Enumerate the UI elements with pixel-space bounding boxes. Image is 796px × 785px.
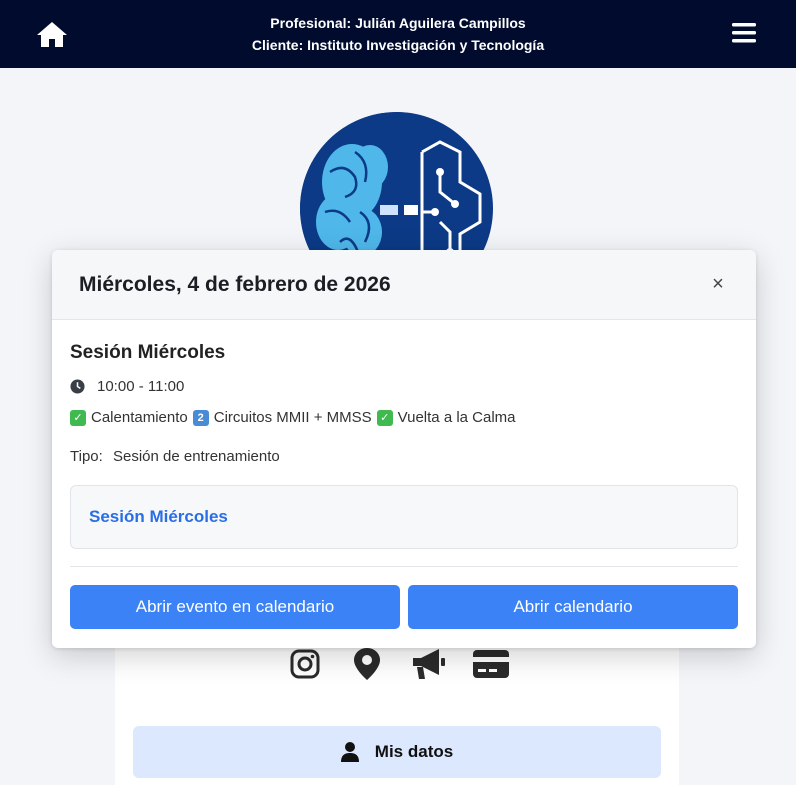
event-type-label: Tipo: [70,448,103,465]
description-item: Calentamiento [91,409,188,426]
announcements-link[interactable] [410,645,448,683]
modal-title: Miércoles, 4 de febrero de 2026 [79,272,391,296]
keycap-number-icon: 2 [192,409,209,426]
professional-name: Profesional: Julián Aguilera Campillos [270,15,526,31]
user-icon [340,742,359,762]
close-button[interactable]: × [708,274,728,294]
home-button[interactable] [34,18,70,50]
instagram-icon [290,649,320,679]
my-data-label: Mis datos [374,742,454,761]
event-link-box: Sesión Miércoles [70,485,738,549]
social-links [286,645,510,683]
megaphone-icon [413,649,445,679]
check-mark-icon: ✓ [376,409,393,426]
modal-body: Sesión Miércoles 10:00 - 11:00 ✓ Calenta… [52,320,756,629]
divider [70,566,738,567]
check-mark-icon: ✓ [70,409,86,426]
home-icon [37,22,67,47]
event-modal: Miércoles, 4 de febrero de 2026 × Sesión… [52,250,756,648]
top-bar: Profesional: Julián Aguilera Campillos C… [0,0,796,68]
event-link[interactable]: Sesión Miércoles [89,507,228,527]
location-link[interactable] [348,645,386,683]
clock-icon [70,379,85,394]
client-name: Cliente: Instituto Investigación y Tecno… [251,37,545,53]
instagram-link[interactable] [286,645,324,683]
location-icon [354,648,380,680]
my-data-button[interactable]: Mis datos [133,726,661,778]
hamburger-menu-icon [732,23,756,43]
event-type-row: Tipo: Sesión de entrenamiento [70,448,738,465]
close-icon: × [712,273,724,295]
credit-card-icon [473,650,509,678]
time-row: 10:00 - 11:00 [70,378,738,395]
event-type-value: Sesión de entrenamiento [112,448,280,465]
menu-button[interactable] [730,20,758,46]
open-calendar-button[interactable]: Abrir calendario [408,585,738,629]
open-event-in-calendar-button[interactable]: Abrir evento en calendario [70,585,400,629]
modal-header: Miércoles, 4 de febrero de 2026 × [52,250,756,320]
session-time: 10:00 - 11:00 [97,378,185,395]
modal-actions: Abrir evento en calendario Abrir calenda… [70,585,738,629]
payment-link[interactable] [472,645,510,683]
header-title: Profesional: Julián Aguilera Campillos C… [252,12,544,56]
session-title: Sesión Miércoles [70,342,226,363]
session-description: ✓ Calentamiento 2 Circuitos MMII + MMSS … [70,409,738,426]
description-item: Vuelta a la Calma [397,409,516,426]
description-item: Circuitos MMII + MMSS [213,409,372,426]
